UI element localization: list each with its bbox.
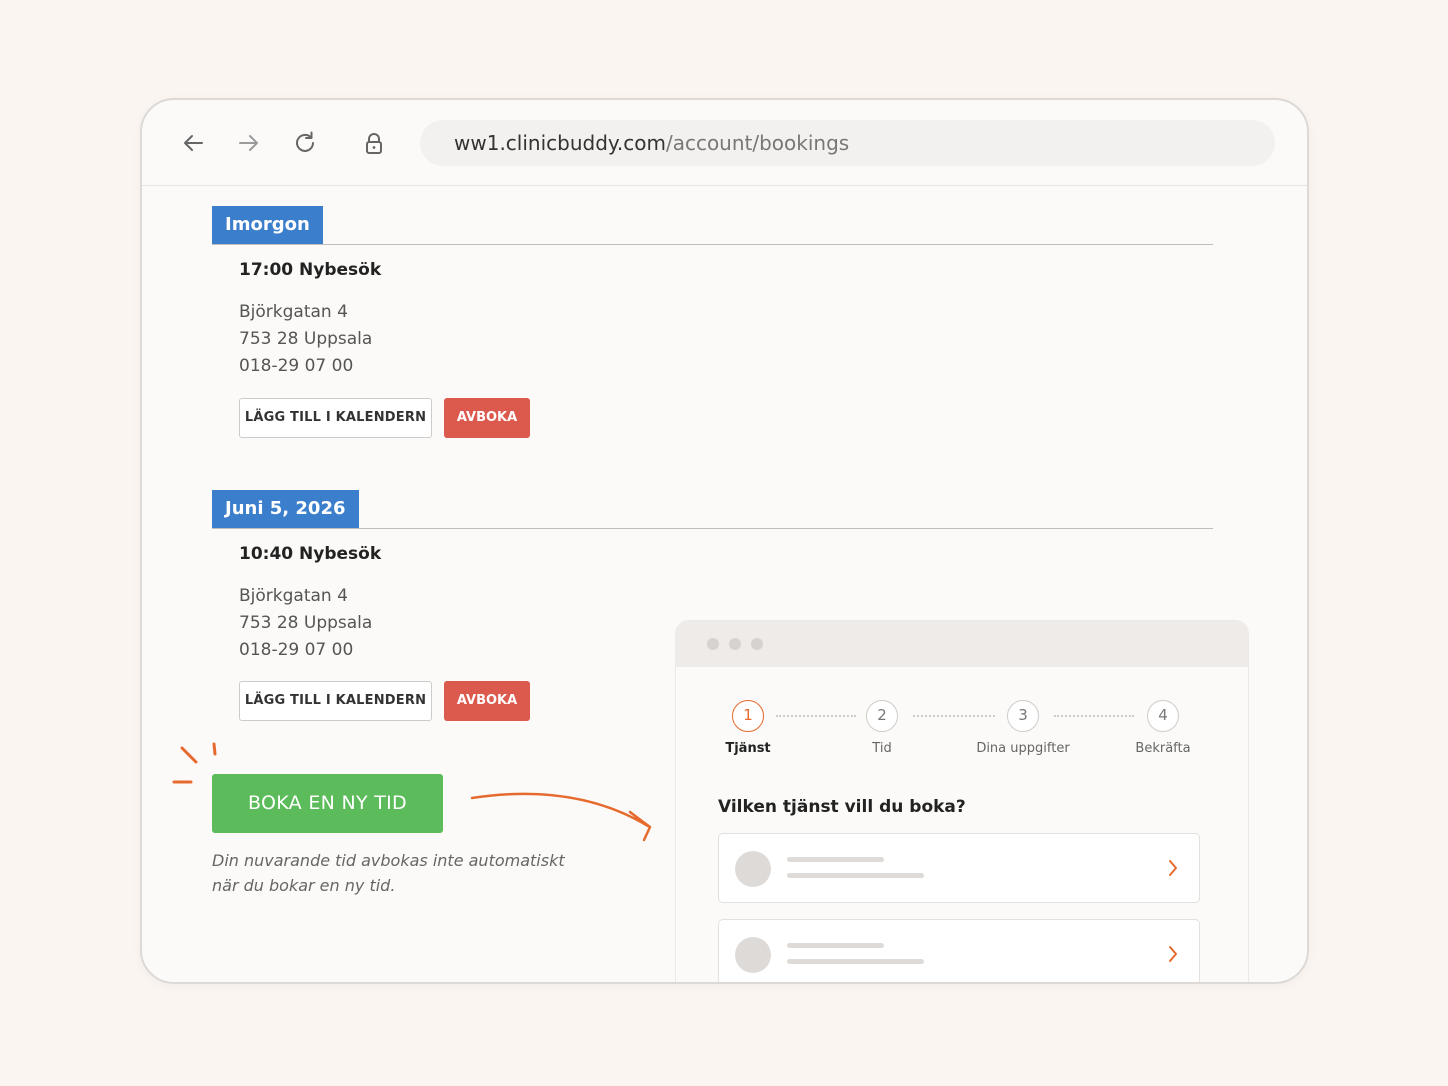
booking-widget-preview: 1 2 3 4 Tjänst Tid Dina uppgifter Bekräf…: [675, 620, 1249, 982]
step-connector: [913, 715, 995, 717]
lock-icon: [361, 130, 387, 156]
book-new-appointment-button[interactable]: BOKA EN NY TID: [212, 774, 443, 833]
step-2-label: Tid: [872, 741, 892, 756]
address-bar[interactable]: ww1.clinicbuddy.com/account/bookings: [420, 120, 1275, 166]
step-connector: [1054, 715, 1134, 717]
text-placeholder: [787, 873, 924, 878]
address-phone: 018-29 07 00: [239, 356, 354, 376]
service-avatar-placeholder: [735, 851, 771, 887]
browser-toolbar: ww1.clinicbuddy.com/account/bookings: [142, 100, 1307, 186]
section-tag-date: Juni 5, 2026: [212, 490, 359, 528]
address-city: 753 28 Uppsala: [239, 329, 373, 349]
cancel-booking-button[interactable]: AVBOKA: [444, 681, 530, 721]
section-divider: [212, 528, 1213, 529]
chevron-right-icon: [1169, 860, 1177, 876]
service-question: Vilken tjänst vill du boka?: [718, 797, 966, 817]
rebooking-note: Din nuvarande tid avbokas inte automatis…: [212, 848, 612, 898]
address-street: Björkgatan 4: [239, 302, 348, 322]
url-domain: ww1.clinicbuddy.com: [454, 131, 666, 155]
step-1-label: Tjänst: [725, 741, 771, 756]
booking-title: 17:00 Nybesök: [239, 260, 382, 280]
step-3-label: Dina uppgifter: [976, 741, 1070, 756]
note-line: Din nuvarande tid avbokas inte automatis…: [212, 851, 565, 870]
cancel-booking-button[interactable]: AVBOKA: [444, 398, 530, 438]
text-placeholder: [787, 943, 884, 948]
text-placeholder: [787, 959, 924, 964]
address-street: Björkgatan 4: [239, 586, 348, 606]
booking-title: 10:40 Nybesök: [239, 544, 382, 564]
url-path: /account/bookings: [665, 131, 850, 155]
text-placeholder: [787, 857, 884, 862]
back-arrow-icon[interactable]: [180, 130, 206, 156]
step-4-label: Bekräfta: [1135, 741, 1191, 756]
window-dot: [729, 638, 741, 650]
browser-window: ww1.clinicbuddy.com/account/bookings Imo…: [140, 98, 1309, 984]
section-divider: [212, 244, 1213, 245]
window-dot: [751, 638, 763, 650]
window-dot: [707, 638, 719, 650]
widget-title-bar: [676, 621, 1248, 667]
chevron-right-icon: [1169, 946, 1177, 962]
service-avatar-placeholder: [735, 937, 771, 973]
step-4-circle[interactable]: 4: [1147, 700, 1179, 732]
address-phone: 018-29 07 00: [239, 640, 354, 660]
note-line: när du bokar en ny tid.: [212, 876, 396, 895]
step-1-circle[interactable]: 1: [732, 700, 764, 732]
section-tag-tomorrow: Imorgon: [212, 206, 323, 244]
add-to-calendar-button[interactable]: LÄGG TILL I KALENDERN: [239, 681, 432, 721]
forward-arrow-icon[interactable]: [236, 130, 262, 156]
reload-icon[interactable]: [292, 130, 318, 156]
add-to-calendar-button[interactable]: LÄGG TILL I KALENDERN: [239, 398, 432, 438]
service-option[interactable]: [718, 833, 1200, 903]
step-2-circle[interactable]: 2: [866, 700, 898, 732]
step-connector: [776, 715, 856, 717]
service-option[interactable]: [718, 919, 1200, 982]
step-3-circle[interactable]: 3: [1007, 700, 1039, 732]
pointer-arrow-icon: [470, 792, 652, 842]
address-city: 753 28 Uppsala: [239, 613, 373, 633]
